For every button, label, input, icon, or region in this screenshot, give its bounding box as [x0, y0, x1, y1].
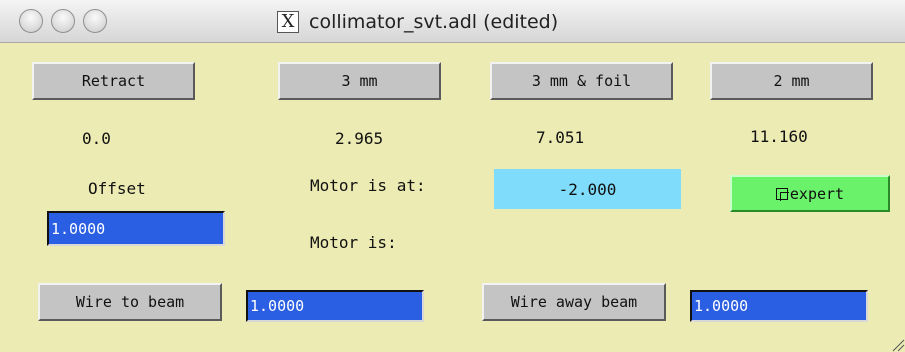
wire-to-beam-button[interactable]: Wire to beam	[38, 283, 222, 321]
wire-away-beam-input[interactable]: 1.0000	[690, 290, 868, 322]
wire-to-beam-input[interactable]: 1.0000	[246, 290, 424, 322]
motor-is-label: Motor is:	[310, 233, 397, 252]
3mm-foil-button[interactable]: 3 mm & foil	[490, 62, 673, 100]
motor-position-readback: -2.000	[494, 169, 681, 209]
window-title: X collimator_svt.adl (edited)	[277, 8, 558, 36]
related-display-icon	[775, 187, 789, 201]
expert-button[interactable]: expert	[730, 175, 890, 212]
offset-input[interactable]: 1.0000	[47, 211, 225, 246]
expert-button-label: expert	[789, 184, 845, 203]
wire-away-beam-button[interactable]: Wire away beam	[482, 283, 666, 321]
window-title-text: collimator_svt.adl (edited)	[309, 11, 559, 33]
retract-button[interactable]: Retract	[32, 62, 195, 100]
minimize-window-button[interactable]	[51, 9, 75, 33]
2mm-button[interactable]: 2 mm	[710, 62, 873, 100]
zoom-window-button[interactable]	[83, 9, 107, 33]
offset-label: Offset	[88, 179, 146, 198]
x11-icon: X	[277, 11, 299, 33]
3mm-position: 2.965	[335, 129, 384, 148]
resize-grip-icon[interactable]	[891, 338, 905, 352]
close-window-button[interactable]	[19, 9, 43, 33]
title-bar: X collimator_svt.adl (edited)	[0, 0, 905, 43]
app-window: X collimator_svt.adl (edited) Retract 3 …	[0, 0, 905, 352]
3mm-button[interactable]: 3 mm	[278, 62, 441, 100]
retract-position: 0.0	[82, 129, 111, 148]
2mm-position: 11.160	[750, 127, 808, 146]
motor-at-label: Motor is at:	[310, 176, 426, 195]
3mm-foil-position: 7.051	[536, 128, 585, 147]
